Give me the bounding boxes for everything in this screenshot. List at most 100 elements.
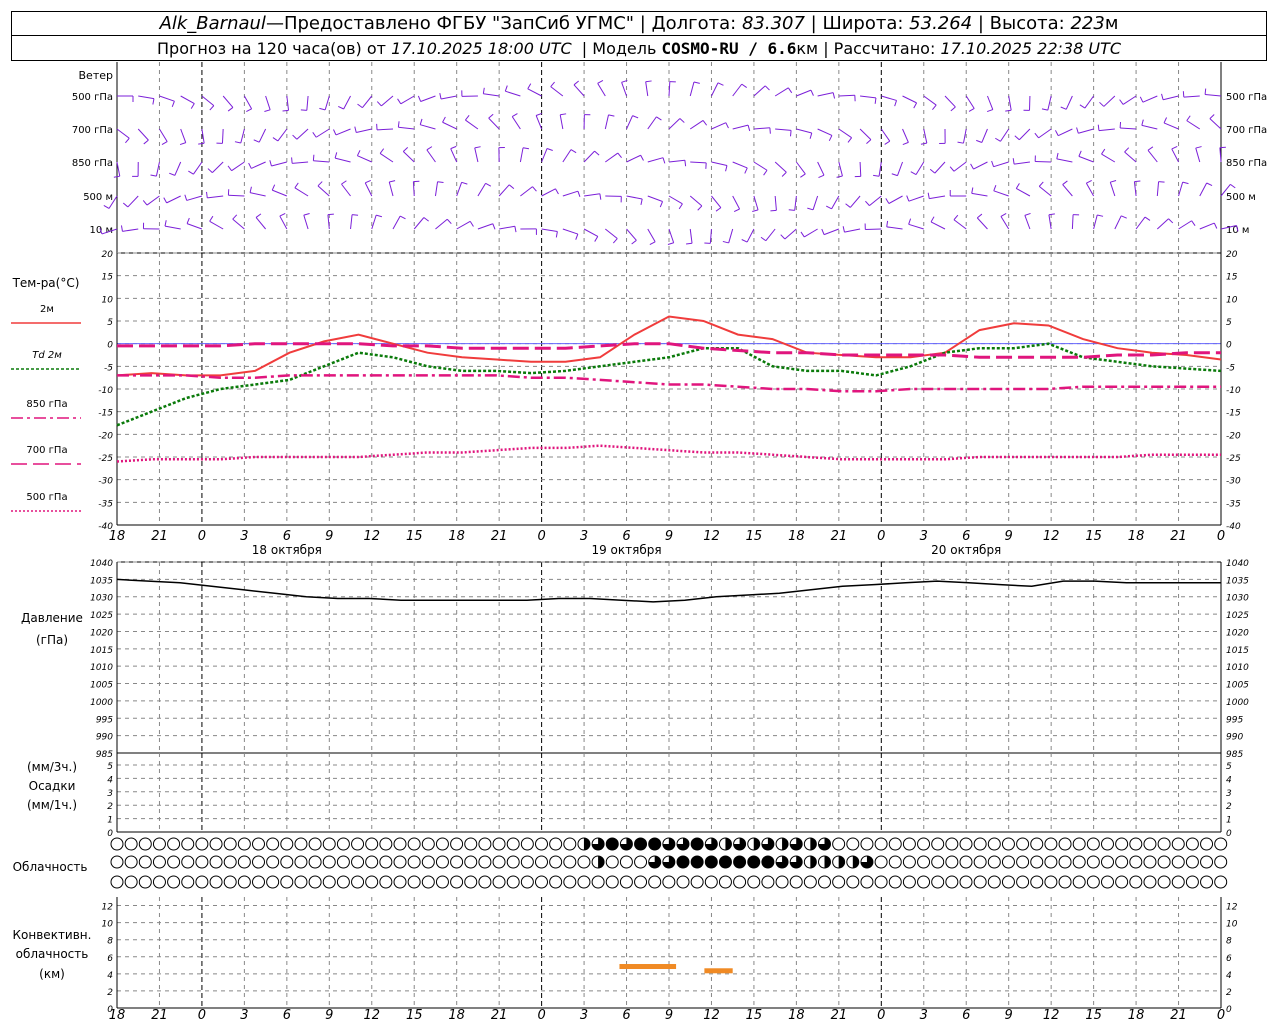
cloud-icon-upper bbox=[181, 837, 195, 851]
cloud-icon-lower bbox=[308, 875, 322, 889]
wind-barb bbox=[1018, 128, 1031, 141]
wind-barb bbox=[440, 95, 457, 100]
wind-barb-flag bbox=[1054, 130, 1059, 136]
wind-barb-flag bbox=[810, 89, 814, 96]
wind-barb bbox=[784, 228, 797, 240]
wind-barb bbox=[844, 228, 861, 233]
cloud-icon-upper bbox=[1143, 837, 1157, 851]
cloud-icon-middle bbox=[407, 855, 421, 869]
conv-ytick-right: 8 bbox=[1226, 937, 1232, 947]
cloud-icon-upper-fill bbox=[583, 838, 590, 850]
wind-barb-flag bbox=[1012, 158, 1015, 165]
time-tick-label: 21 bbox=[491, 529, 508, 544]
wind-barb-flag bbox=[338, 105, 344, 110]
wind-barb-flag bbox=[608, 114, 615, 117]
pressure-title: Давление bbox=[21, 611, 83, 625]
wind-barb-flag bbox=[206, 191, 208, 198]
time-tick-label: 12 bbox=[363, 529, 380, 544]
cloud-icon-upper bbox=[464, 837, 478, 851]
cloud-icon-upper bbox=[945, 837, 959, 851]
time-tick-label: 15 bbox=[1085, 529, 1102, 544]
wind-barb bbox=[668, 159, 685, 163]
cloud-icon-lower bbox=[662, 875, 676, 889]
cloud-icon-middle bbox=[1058, 855, 1072, 869]
time-tick-label: 0 bbox=[1217, 529, 1225, 544]
wind-barb-flag bbox=[1134, 180, 1141, 183]
cloud-icon-upper bbox=[1214, 837, 1228, 851]
cloud-icon-upper bbox=[336, 837, 350, 851]
wind-barb-flag bbox=[886, 220, 889, 227]
wind-level-label-right: 500 м bbox=[1226, 192, 1256, 203]
wind-barb-flag bbox=[150, 174, 157, 177]
wind-barb bbox=[597, 83, 606, 97]
wind-barb-flag bbox=[659, 201, 664, 208]
cloud-icon-lower bbox=[563, 875, 577, 889]
cloud-icon-lower bbox=[945, 875, 959, 889]
wind-barb-flag bbox=[474, 146, 481, 149]
cloud-icon-lower bbox=[124, 875, 138, 889]
wind-barb bbox=[626, 195, 643, 200]
temp-ytick-right: -30 bbox=[1226, 477, 1241, 487]
conv-ytick-right: 12 bbox=[1226, 903, 1238, 913]
wind-barb-flag bbox=[209, 215, 214, 222]
wind-barb-flag bbox=[198, 142, 205, 145]
wind-barb-flag bbox=[968, 108, 975, 112]
wind-barb bbox=[647, 116, 657, 130]
wind-barb bbox=[350, 214, 353, 230]
cloud-icon-upper bbox=[492, 837, 506, 851]
wind-barb-flag bbox=[971, 187, 974, 194]
wind-barb-flag bbox=[752, 209, 759, 212]
cloud-icon-middle-fill bbox=[747, 856, 760, 868]
cloud-icon-upper bbox=[1200, 837, 1214, 851]
wind-barb bbox=[971, 192, 988, 197]
wind-barb-flag bbox=[161, 141, 168, 145]
wind-level-label: 700 гПа bbox=[72, 125, 113, 136]
wind-barb-flag bbox=[508, 184, 515, 189]
cloud-icon-lower bbox=[351, 875, 365, 889]
wind-barb bbox=[201, 95, 215, 107]
wind-barb bbox=[1093, 214, 1098, 230]
temp-legend-label: 2м bbox=[40, 304, 54, 315]
wind-barb-flag bbox=[264, 109, 271, 112]
time-tick-label-bottom: 18 bbox=[448, 1008, 465, 1023]
wind-barb-flag bbox=[426, 146, 433, 151]
wind-barb bbox=[527, 88, 542, 97]
wind-barb bbox=[753, 161, 768, 171]
wind-barb-flag bbox=[279, 212, 286, 217]
cloud-icon-lower bbox=[167, 875, 181, 889]
cloud-icon-upper bbox=[874, 837, 888, 851]
temp-ytick-right: -20 bbox=[1226, 431, 1241, 441]
temp-ytick: -15 bbox=[98, 409, 113, 419]
cloud-icon-middle bbox=[195, 855, 209, 869]
wind-barb bbox=[690, 161, 707, 164]
cloud-icon-middle bbox=[945, 855, 959, 869]
cloud-icon-upper-fill bbox=[725, 838, 732, 850]
wind-barb-flag bbox=[1141, 119, 1144, 126]
wind-barb bbox=[562, 228, 578, 235]
conv-ytick: 10 bbox=[102, 920, 114, 930]
wind-barb-flag bbox=[1168, 218, 1174, 224]
wind-barb bbox=[1078, 128, 1094, 134]
wind-barb bbox=[137, 128, 149, 141]
wind-barb-flag bbox=[800, 231, 805, 238]
wind-barb bbox=[1205, 93, 1222, 97]
wind-barb bbox=[1114, 215, 1122, 230]
wind-barb bbox=[732, 124, 749, 130]
wind-barb-flag bbox=[693, 81, 700, 84]
temp-ytick: -30 bbox=[98, 477, 113, 487]
cloud-icon-upper bbox=[322, 837, 336, 851]
cloud-icon-upper bbox=[450, 837, 464, 851]
wind-barb-flag bbox=[555, 188, 559, 195]
wind-barb bbox=[621, 82, 628, 97]
conv-title-2: облачность bbox=[16, 947, 89, 961]
wind-barb bbox=[434, 181, 439, 197]
cloud-icon-upper bbox=[308, 837, 322, 851]
cloud-icon-lower bbox=[138, 875, 152, 889]
cloud-icon-lower bbox=[648, 875, 662, 889]
time-tick-label: 3 bbox=[920, 529, 928, 544]
pressure-ytick-right: 985 bbox=[1226, 750, 1243, 760]
wind-barb-flag bbox=[1099, 101, 1105, 107]
wind-barb-flag bbox=[532, 186, 537, 192]
temp-ytick: -35 bbox=[98, 499, 113, 509]
wind-barb-flag bbox=[1119, 99, 1124, 105]
